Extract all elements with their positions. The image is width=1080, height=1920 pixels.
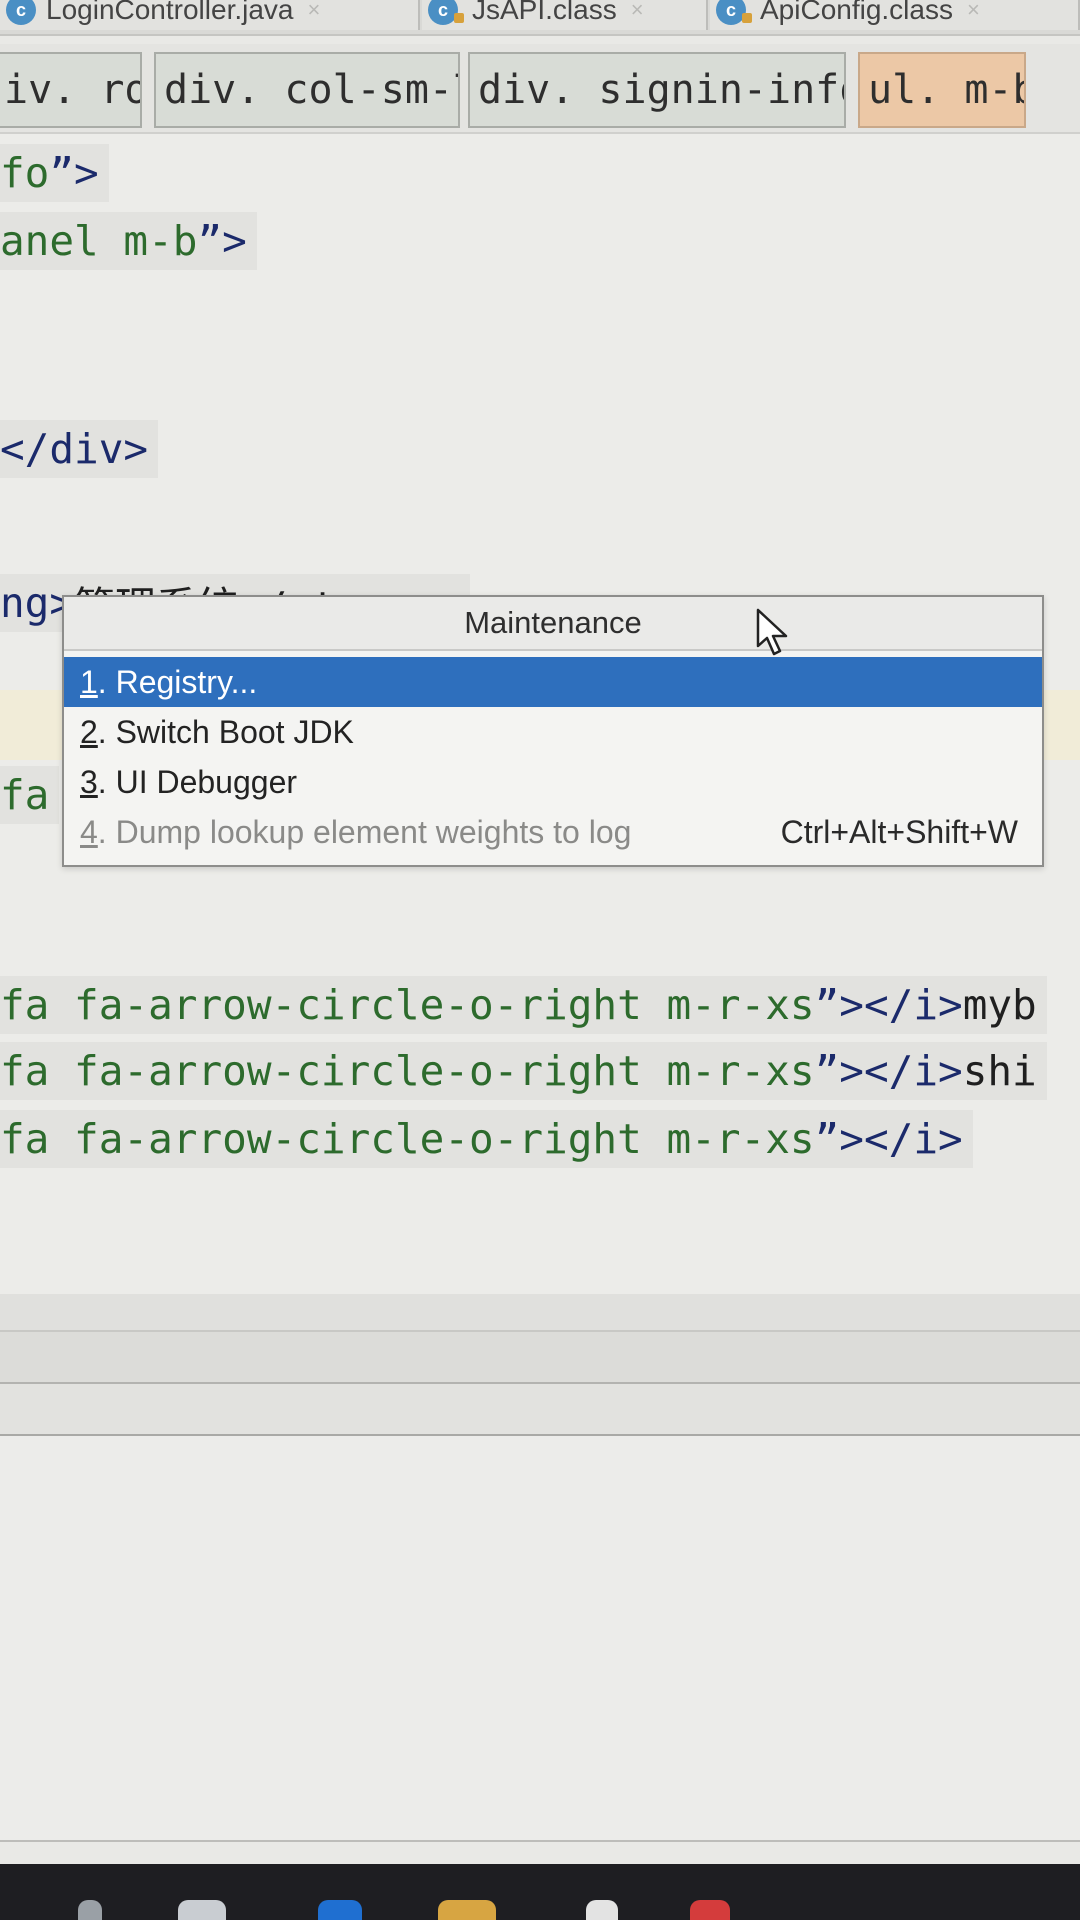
tool-window-content [0, 1436, 1080, 1842]
code-line: anel m-b ”> [0, 212, 257, 270]
c-class-icon: c [6, 0, 36, 25]
task-view-icon[interactable] [178, 1900, 226, 1920]
close-icon[interactable]: × [967, 0, 980, 23]
tab-label: JsAPI.class [472, 0, 617, 25]
code-line: </div> [0, 420, 159, 478]
menu-item-label: . Switch Boot JDK [97, 713, 354, 750]
mnemonic: 2 [80, 713, 98, 750]
menu-item-switch-boot-jdk[interactable]: 2. Switch Boot JDK [64, 707, 1042, 757]
file-explorer-icon[interactable] [438, 1900, 496, 1920]
code-text: myb [962, 981, 1037, 1029]
code-string: anel m-b [0, 217, 198, 265]
close-icon[interactable]: × [308, 0, 321, 23]
menu-item-ui-debugger[interactable]: 3. UI Debugger [64, 757, 1042, 807]
tool-window-header [0, 1332, 1080, 1384]
os-taskbar [0, 1864, 1080, 1920]
code-tag: ”></i> [814, 1047, 963, 1095]
mnemonic: 1 [80, 663, 98, 700]
code-string: fa fa-arrow-circle-o-right m-r-xs [0, 981, 815, 1029]
code-line: fa fa-arrow-circle-o-right m-r-xs ”></i> … [0, 976, 1047, 1034]
code-tag: ”> [197, 217, 247, 265]
code-line: fa fa-arrow-circle-o-right m-r-xs ”></i> … [0, 1042, 1047, 1100]
code-line: fo ”> [0, 144, 109, 202]
code-tag: ”> [49, 149, 99, 197]
code-text: shi [962, 1047, 1037, 1095]
tab-jsapi-class[interactable]: c JsAPI.class × [422, 0, 708, 30]
tool-window-toolbar [0, 1384, 1080, 1436]
editor-tab-bar: c LoginController.java × c JsAPI.class ×… [0, 0, 1080, 36]
breadcrumb-item-row[interactable]: iv. row [0, 52, 142, 128]
menu-item-dump-lookup-weights[interactable]: 4. Dump lookup element weights to log Ct… [64, 807, 1042, 857]
breadcrumb-item-signin-info[interactable]: div. signin-info [468, 52, 846, 128]
breadcrumb: iv. row div. col-sm-7 div. signin-info u… [0, 44, 1080, 134]
popup-title: Maintenance [64, 597, 1042, 651]
menu-item-registry[interactable]: 1. Registry... [64, 657, 1042, 707]
close-icon[interactable]: × [631, 0, 644, 23]
menu-item-label: . Dump lookup element weights to log [97, 813, 632, 850]
mnemonic: 3 [80, 763, 98, 800]
lock-icon [454, 13, 464, 23]
breadcrumb-item-ul[interactable]: ul. m-b [858, 52, 1026, 128]
tab-apiconfig-class[interactable]: c ApiConfig.class × [710, 0, 1080, 30]
code-string: fa fa-arrow-circle-o-right m-r-xs [0, 1115, 815, 1163]
code-tag: ”></i> [814, 981, 963, 1029]
browser-icon[interactable] [318, 1900, 362, 1920]
tab-label: LoginController.java [46, 0, 294, 25]
tab-label: ApiConfig.class [760, 0, 953, 25]
code-line: fa [0, 766, 60, 824]
code-string: fa fa-arrow-circle-o-right m-r-xs [0, 1047, 815, 1095]
menu-item-shortcut: Ctrl+Alt+Shift+W [780, 813, 1018, 850]
app-icon-red[interactable] [690, 1900, 730, 1920]
app-icon[interactable] [586, 1900, 618, 1920]
code-tag: ”></i> [814, 1115, 963, 1163]
mouse-pointer-icon [756, 608, 788, 656]
menu-item-label: . Registry... [97, 663, 258, 700]
breadcrumb-item-col[interactable]: div. col-sm-7 [154, 52, 460, 128]
start-icon[interactable] [78, 1900, 102, 1920]
code-string: fo [0, 149, 50, 197]
menu-item-label: . UI Debugger [97, 763, 298, 800]
maintenance-popup: Maintenance 1. Registry... 2. Switch Boo… [62, 595, 1044, 867]
tab-login-controller[interactable]: c LoginController.java × [0, 0, 420, 30]
code-line: fa fa-arrow-circle-o-right m-r-xs ”></i> [0, 1110, 973, 1168]
code-tag: </div> [0, 425, 149, 473]
mnemonic: 4 [80, 813, 98, 850]
lock-icon [742, 13, 752, 23]
code-string: fa [0, 771, 50, 819]
editor-footer [0, 1294, 1080, 1332]
